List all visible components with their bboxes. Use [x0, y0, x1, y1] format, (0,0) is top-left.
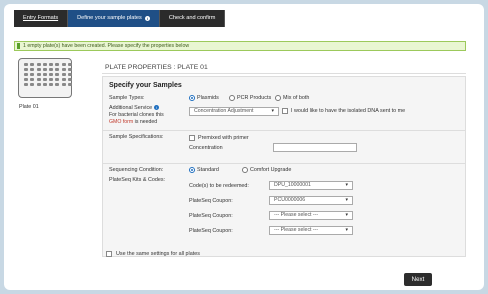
- chevron-down-icon: ▾: [345, 212, 348, 218]
- radio-mix[interactable]: [275, 95, 281, 101]
- divider: [103, 130, 465, 131]
- additional-service-label: Additional Service i: [109, 105, 159, 111]
- next-button[interactable]: Next: [404, 273, 432, 286]
- gmo-form-link[interactable]: GMO form: [109, 119, 133, 125]
- opt-plasmids: Plasmids: [197, 95, 219, 101]
- wizard-tabs: Entry Formats Define your sample plates …: [14, 10, 226, 27]
- send-dna-label: I would like to have the isolated DNA se…: [291, 108, 406, 114]
- specify-heading: Specify your Samples: [109, 82, 182, 89]
- panel-body: Specify your Samples Sample Types: Plasm…: [102, 76, 466, 257]
- chevron-down-icon: ▾: [345, 182, 348, 188]
- chevron-down-icon: ▾: [271, 108, 274, 114]
- chevron-down-icon: ▾: [345, 197, 348, 203]
- concentration-label: Concentration: [189, 145, 223, 151]
- radio-pcr[interactable]: [229, 95, 235, 101]
- kits-label: PlateSeq Kits & Codes:: [109, 177, 166, 183]
- radio-plasmids[interactable]: [189, 95, 195, 101]
- same-settings-checkbox[interactable]: [106, 251, 112, 257]
- gmo-note-1: For bacterial clones this: [109, 112, 164, 118]
- gmo-note-2: GMO form is needed: [109, 119, 158, 125]
- coupon-select[interactable]: --- Please select --- ▾: [269, 211, 353, 220]
- alert-text: 1 empty plate(s) have been created. Plea…: [23, 43, 190, 49]
- coupon-select[interactable]: --- Please select --- ▾: [269, 226, 353, 235]
- info-alert: 1 empty plate(s) have been created. Plea…: [14, 41, 466, 51]
- chevron-down-icon: ▾: [345, 227, 348, 233]
- opt-standard: Standard: [197, 167, 219, 173]
- radio-standard[interactable]: [189, 167, 195, 173]
- premixed-checkbox[interactable]: [189, 135, 195, 141]
- same-settings-label: Use the same settings for all plates: [116, 251, 200, 257]
- kit-code-select[interactable]: DPU_10000001 ▾: [269, 181, 353, 190]
- panel-title: PLATE PROPERTIES : PLATE 01: [102, 61, 466, 74]
- opt-comfort: Comfort Upgrade: [250, 167, 292, 173]
- sample-types-label: Sample Types:: [109, 95, 145, 101]
- info-icon: i: [153, 105, 159, 110]
- concentration-input[interactable]: [273, 143, 357, 152]
- tab-entry-formats[interactable]: Entry Formats: [14, 10, 69, 27]
- alert-marker: [17, 43, 20, 49]
- opt-mix: Mix of both: [283, 95, 310, 101]
- additional-service-select[interactable]: Concentration Adjustment ▾: [189, 107, 279, 116]
- plate-wells: [24, 63, 73, 86]
- radio-comfort[interactable]: [242, 167, 248, 173]
- kit-row-label: PlateSeq Coupon:: [189, 213, 233, 219]
- plate-label: Plate 01: [19, 104, 39, 110]
- send-dna-checkbox[interactable]: [282, 108, 288, 114]
- plate-properties-panel: PLATE PROPERTIES : PLATE 01 Specify your…: [102, 61, 466, 257]
- coupon-select[interactable]: PCU0000006 ▾: [269, 196, 353, 205]
- sample-specs-label: Sample Specifications:: [109, 134, 164, 140]
- tab-define-plates[interactable]: Define your sample plates i: [68, 10, 160, 27]
- opt-pcr: PCR Products: [237, 95, 272, 101]
- seq-condition-label: Sequencing Condition:: [109, 167, 164, 173]
- premixed-label: Premixed with primer: [198, 135, 249, 141]
- info-icon: i: [144, 16, 150, 21]
- kit-row-label: PlateSeq Coupon:: [189, 198, 233, 204]
- kit-row-label: Code(s) to be redeemed:: [189, 183, 249, 189]
- tab-check-confirm[interactable]: Check and confirm: [159, 10, 226, 27]
- divider: [103, 163, 465, 164]
- kit-row-label: PlateSeq Coupon:: [189, 228, 233, 234]
- tab-define-plates-label: Define your sample plates: [77, 15, 142, 21]
- plate-icon[interactable]: [18, 58, 73, 98]
